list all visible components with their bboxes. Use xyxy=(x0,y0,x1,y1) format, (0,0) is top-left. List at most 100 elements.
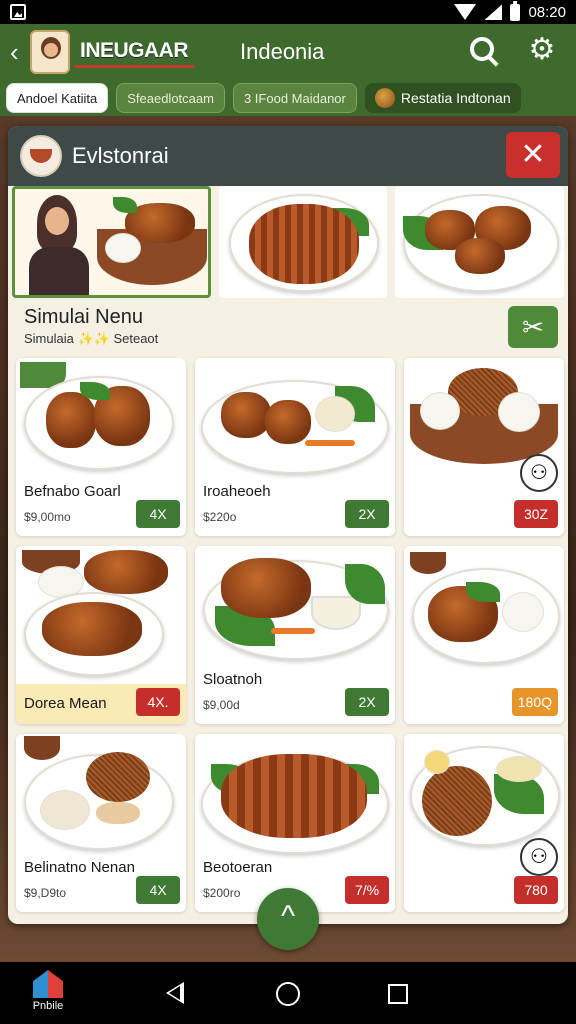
chef-avatar xyxy=(29,195,89,295)
menu-item-card[interactable]: Beotoeran $200ro 7/% xyxy=(195,734,395,912)
system-nav-bar: Pnbile xyxy=(0,962,576,1024)
item-badge[interactable]: 180Q xyxy=(511,688,558,716)
menu-item-card[interactable]: Sloatnoh $9,00d 2X xyxy=(195,546,395,724)
meat-image xyxy=(265,400,311,444)
featured-strip xyxy=(8,186,568,298)
salad-image xyxy=(315,396,355,432)
item-badge[interactable]: 30Z xyxy=(514,500,558,528)
tab-sfeaedlotcaam[interactable]: Sfeaedlotcaam xyxy=(116,83,225,113)
menu-item-card[interactable]: 180Q xyxy=(404,546,564,724)
carrot-image xyxy=(271,628,315,634)
panel-header: Evlstonrai ✕ xyxy=(8,126,568,186)
nav-home-icon[interactable] xyxy=(276,982,300,1006)
chicken-image xyxy=(42,602,142,656)
item-badge[interactable]: 7/% xyxy=(345,876,389,904)
item-price: $9,00d xyxy=(203,698,240,712)
noodle-image xyxy=(86,752,150,802)
meat-image xyxy=(221,392,271,438)
item-badge[interactable]: 4X xyxy=(136,876,180,904)
dumpling-image xyxy=(40,790,90,830)
chicken-image xyxy=(455,238,506,274)
close-button[interactable]: ✕ xyxy=(506,132,560,178)
grilled-meat-image xyxy=(221,754,367,838)
item-price: $9,D9to xyxy=(24,886,67,900)
grilled-meat-image xyxy=(248,204,359,284)
item-price: $220o xyxy=(203,510,237,524)
tab-label: Restatia Indtonan xyxy=(400,90,511,106)
app-title: Indeonia xyxy=(240,39,325,64)
gear-icon[interactable]: ⚙ xyxy=(528,35,556,65)
item-name: Iroaheoeh xyxy=(203,483,271,500)
menu-panel: Evlstonrai ✕ Simulai Nenu Simulaia ✨✨ Se… xyxy=(8,126,568,924)
item-badge[interactable]: 2X xyxy=(345,500,389,528)
noodle-image xyxy=(422,766,492,836)
featured-chef-card[interactable] xyxy=(12,186,211,298)
signal-icon xyxy=(484,4,503,20)
item-name: Belinatno Nenan xyxy=(24,859,135,876)
battery-icon xyxy=(510,0,521,21)
app-notification-icon xyxy=(10,4,26,20)
item-badge[interactable]: 780 xyxy=(514,876,558,904)
menu-grid: Befnabo Goarl $9,00mo 4X Iroaheoeh $220o… xyxy=(16,358,564,912)
rice-image xyxy=(420,392,460,430)
featured-dish-card[interactable] xyxy=(395,186,565,298)
home-app-icon xyxy=(33,970,63,998)
menu-subtitle: Simulaia ✨✨ Seteaot xyxy=(24,331,159,346)
tab-restatia-indtonan[interactable]: Restatia Indtonan xyxy=(364,83,521,113)
tab-label: Andoel Katiita xyxy=(17,90,98,106)
scroll-up-button[interactable]: ^ xyxy=(257,888,319,950)
rice-image xyxy=(502,592,544,632)
item-badge[interactable]: 4X. xyxy=(136,688,180,716)
side-dish-image xyxy=(24,736,60,760)
menu-item-card[interactable]: Befnabo Goarl $9,00mo 4X xyxy=(16,358,186,536)
menu-item-card[interactable]: ⚇ 780 xyxy=(404,734,564,912)
nav-back-icon[interactable] xyxy=(166,982,184,1004)
status-indicators: 08:20 xyxy=(454,0,566,21)
meat-image xyxy=(84,550,168,594)
menu-item-card[interactable]: Iroaheoeh $220o 2X xyxy=(195,358,395,536)
item-badge[interactable]: 4X xyxy=(136,500,180,528)
menu-item-card[interactable]: Belinatno Nenan $9,D9to 4X xyxy=(16,734,186,912)
sauce-bowl-image xyxy=(311,596,361,630)
brand-logo xyxy=(30,30,70,74)
brand-name: INEUGAAR xyxy=(74,37,195,68)
rice-image xyxy=(105,233,141,263)
soup-bowl-icon xyxy=(20,135,62,177)
featured-dish-card[interactable] xyxy=(218,186,388,298)
wifi-icon xyxy=(454,4,477,20)
rice-image xyxy=(498,392,540,432)
status-bar: 08:20 xyxy=(0,0,576,24)
item-name: Dorea Mean xyxy=(24,695,107,712)
menu-title: Simulai Nenu xyxy=(24,306,143,328)
menu-item-card[interactable]: ⚇ 30Z xyxy=(404,358,564,536)
carrot-image xyxy=(305,440,355,446)
tab-label: 3 IFood Maidanor xyxy=(243,90,346,106)
panel-title: Evlstonrai xyxy=(72,143,169,168)
item-name: Beotoeran xyxy=(203,859,273,876)
tools-button[interactable]: ✂ xyxy=(508,306,558,348)
item-price: $9,00mo xyxy=(24,510,71,524)
scan-icon[interactable]: ⚇ xyxy=(520,838,558,876)
app-bar: ‹ INEUGAAR Indeonia ⚙ xyxy=(0,24,576,80)
item-name: Befnabo Goarl xyxy=(24,483,121,500)
nav-recents-icon[interactable] xyxy=(388,984,408,1004)
tab-label: Sfeaedlotcaam xyxy=(127,90,214,106)
home-app-shortcut[interactable]: Pnbile xyxy=(26,970,70,1012)
restaurant-icon xyxy=(374,88,395,108)
scan-icon[interactable]: ⚇ xyxy=(520,454,558,492)
bean-sprouts-image xyxy=(496,756,542,782)
tab-andoel-katiita[interactable]: Andoel Katiita xyxy=(6,83,109,113)
status-time: 08:20 xyxy=(528,3,566,21)
fish-cake-image xyxy=(96,802,140,824)
category-tabs: Andoel Katiita Sfeaedlotcaam 3 IFood Mai… xyxy=(0,80,576,116)
leaf-garnish xyxy=(113,197,137,213)
item-price: $200ro xyxy=(203,886,241,900)
side-dish-image xyxy=(410,552,446,574)
back-icon[interactable]: ‹ xyxy=(10,39,28,65)
search-icon[interactable] xyxy=(470,37,494,61)
grilled-chicken-image xyxy=(221,558,311,618)
tab-ifood-maidanor[interactable]: 3 IFood Maidanor xyxy=(232,83,357,113)
item-badge[interactable]: 2X xyxy=(345,688,389,716)
menu-item-card[interactable]: Dorea Mean 4X. xyxy=(16,546,186,724)
home-app-label: Pnbile xyxy=(32,1000,64,1012)
